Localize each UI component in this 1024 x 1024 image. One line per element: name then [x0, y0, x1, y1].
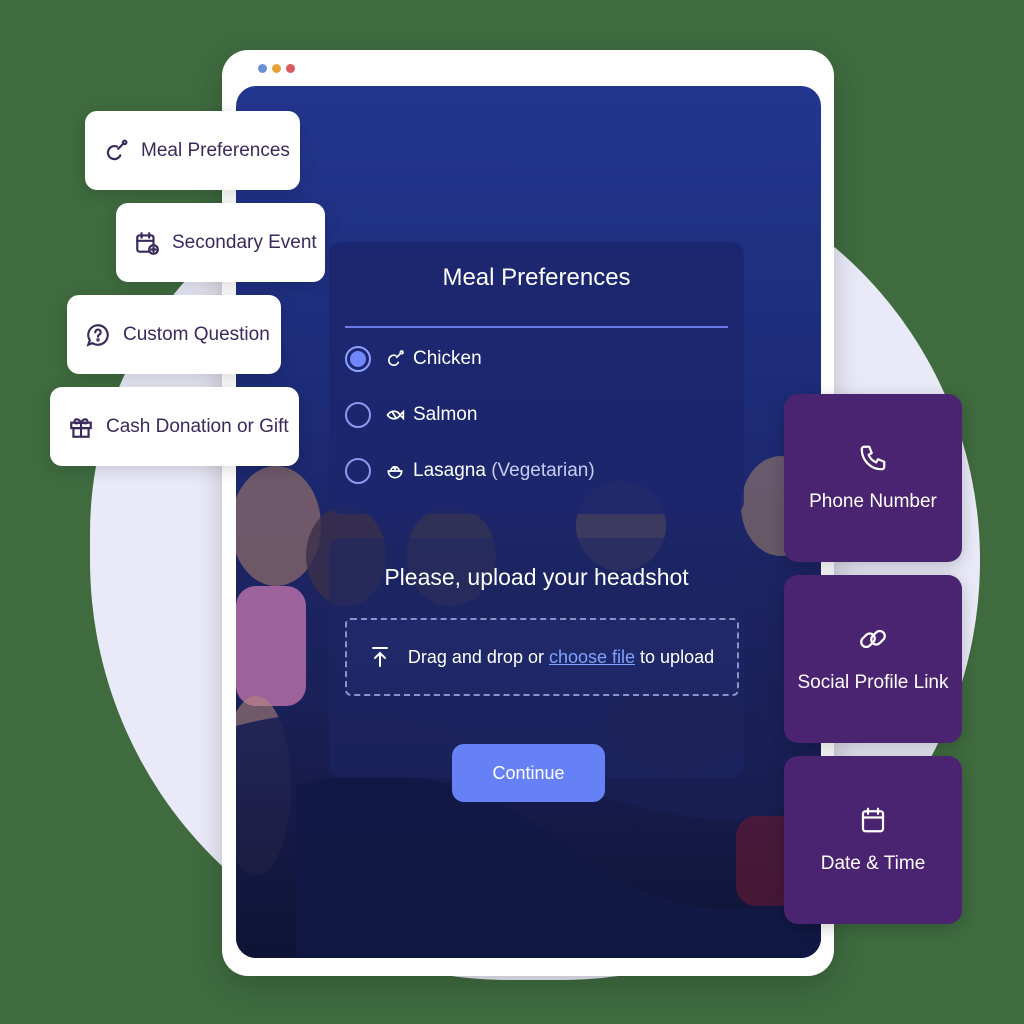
link-icon — [860, 629, 886, 649]
radio-salmon[interactable] — [345, 402, 371, 428]
fish-icon — [386, 409, 405, 421]
browser-window: Meal Preferences Chicken Salmon Lasagna … — [222, 50, 834, 976]
gift-icon — [70, 417, 92, 438]
option-name: Lasagna — [413, 460, 486, 481]
continue-button[interactable]: Continue — [452, 744, 605, 802]
card-label: Social Profile Link — [797, 672, 949, 693]
upload-icon — [371, 647, 388, 667]
card-phone-number[interactable]: Phone Number — [784, 394, 962, 562]
card-label: Meal Preferences — [141, 139, 290, 161]
radio-selected-dot — [350, 351, 366, 367]
card-label: Phone Number — [809, 491, 937, 512]
chicken-icon — [388, 350, 404, 367]
option-salmon[interactable]: Salmon — [345, 397, 477, 433]
dropzone-prefix: Drag and drop or — [407, 646, 544, 667]
option-label: Lasagna (Vegetarian) — [413, 460, 595, 482]
chicken-icon — [106, 139, 128, 160]
divider — [345, 326, 728, 328]
window-dot-red[interactable] — [286, 64, 295, 73]
question-bubble-icon — [86, 323, 109, 347]
upload-panel: Please, upload your headshot Drag and dr… — [329, 538, 744, 778]
phone-icon — [860, 445, 886, 471]
window-dot-blue[interactable] — [258, 64, 267, 73]
upload-title: Please, upload your headshot — [384, 564, 689, 590]
option-note: (Vegetarian) — [491, 460, 595, 481]
card-label: Custom Question — [123, 323, 270, 345]
option-label: Salmon — [413, 404, 478, 425]
meal-panel-title: Meal Preferences — [442, 264, 631, 291]
card-secondary-event[interactable]: Secondary Event — [116, 203, 325, 282]
dropzone-text: Drag and drop or choose file to upload — [408, 647, 714, 668]
choose-file-link[interactable]: choose file — [549, 647, 635, 667]
radio-lasagna[interactable] — [345, 458, 371, 484]
card-meal-preferences[interactable]: Meal Preferences — [85, 111, 300, 190]
window-controls — [258, 64, 295, 73]
card-date-time[interactable]: Date & Time — [784, 756, 962, 924]
bowl-icon — [387, 466, 403, 479]
window-dot-orange[interactable] — [272, 64, 281, 73]
radio-chicken[interactable] — [345, 346, 371, 372]
calendar-icon — [861, 807, 885, 833]
dropzone-suffix: to upload — [640, 646, 715, 667]
promo-canvas: Meal Preferences Chicken Salmon Lasagna … — [0, 0, 1024, 1024]
card-label: Date & Time — [820, 853, 926, 874]
card-custom-question[interactable]: Custom Question — [67, 295, 281, 374]
option-label: Chicken — [413, 348, 482, 369]
card-cash-donation[interactable]: Cash Donation or Gift — [50, 387, 299, 466]
card-label: Secondary Event — [172, 231, 317, 253]
option-chicken[interactable]: Chicken — [345, 341, 482, 377]
card-label: Cash Donation or Gift — [106, 415, 289, 437]
option-lasagna[interactable]: Lasagna (Vegetarian) — [345, 453, 595, 489]
card-social-profile-link[interactable]: Social Profile Link — [784, 575, 962, 743]
meal-preferences-panel: Meal Preferences Chicken Salmon Lasagna … — [329, 242, 744, 514]
file-dropzone[interactable]: Drag and drop or choose file to upload — [345, 618, 739, 696]
calendar-plus-icon — [136, 231, 159, 255]
